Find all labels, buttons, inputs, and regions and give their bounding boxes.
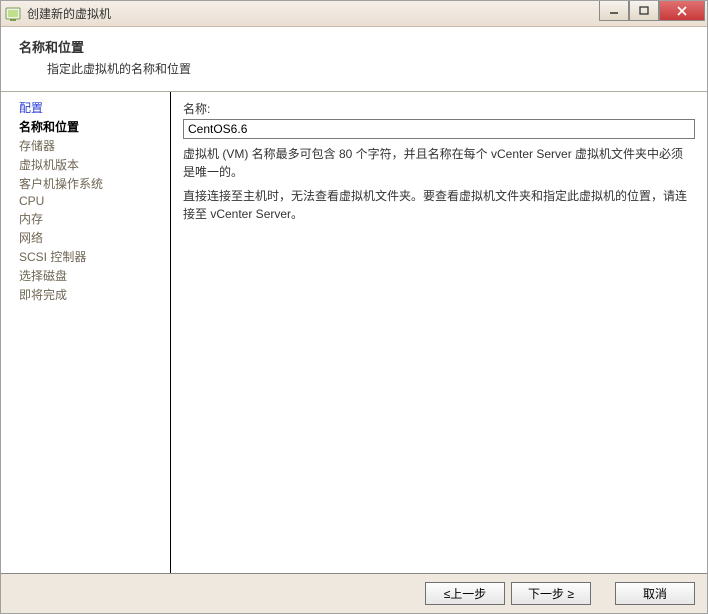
help-text-2: 直接连接至主机时，无法查看虚拟机文件夹。要查看虚拟机文件夹和指定此虚拟机的位置，… (183, 187, 695, 223)
wizard-header: 名称和位置 指定此虚拟机的名称和位置 (1, 27, 707, 92)
sidebar-item-select-disk: 选择磁盘 (19, 266, 170, 285)
main-pane: 名称: 虚拟机 (VM) 名称最多可包含 80 个字符，并且名称在每个 vCen… (171, 92, 707, 573)
sidebar-item-vm-version: 虚拟机版本 (19, 155, 170, 174)
wizard-window: 创建新的虚拟机 名称和位置 指定此虚拟机的名称和位置 配置 名称和位置 存储器 … (0, 0, 708, 614)
sidebar-item-network: 网络 (19, 228, 170, 247)
app-icon (5, 6, 21, 22)
close-button[interactable] (659, 1, 705, 21)
content: 名称和位置 指定此虚拟机的名称和位置 配置 名称和位置 存储器 虚拟机版本 客户… (1, 27, 707, 613)
maximize-button[interactable] (629, 1, 659, 21)
window-buttons (599, 1, 705, 21)
minimize-button[interactable] (599, 1, 629, 21)
sidebar-nav: 配置 名称和位置 存储器 虚拟机版本 客户机操作系统 CPU 内存 网络 SCS… (1, 92, 171, 573)
sidebar-item-ready: 即将完成 (19, 285, 170, 304)
sidebar-item-storage: 存储器 (19, 136, 170, 155)
titlebar: 创建新的虚拟机 (1, 1, 707, 27)
vm-name-input[interactable] (183, 119, 695, 139)
wizard-footer: ≤上一步 下一步 ≥ 取消 (1, 573, 707, 613)
sidebar-item-config[interactable]: 配置 (19, 98, 170, 117)
back-button[interactable]: ≤上一步 (425, 582, 505, 605)
next-button[interactable]: 下一步 ≥ (511, 582, 591, 605)
sidebar-item-cpu: CPU (19, 193, 170, 209)
help-text-1: 虚拟机 (VM) 名称最多可包含 80 个字符，并且名称在每个 vCenter … (183, 145, 695, 181)
wizard-header-title: 名称和位置 (19, 37, 689, 56)
sidebar-item-memory: 内存 (19, 209, 170, 228)
sidebar-item-name-location[interactable]: 名称和位置 (19, 117, 170, 136)
name-label: 名称: (183, 100, 695, 117)
cancel-button[interactable]: 取消 (615, 582, 695, 605)
sidebar-item-guest-os: 客户机操作系统 (19, 174, 170, 193)
wizard-header-subtitle: 指定此虚拟机的名称和位置 (19, 60, 689, 77)
wizard-body: 配置 名称和位置 存储器 虚拟机版本 客户机操作系统 CPU 内存 网络 SCS… (1, 92, 707, 573)
sidebar-item-scsi: SCSI 控制器 (19, 247, 170, 266)
